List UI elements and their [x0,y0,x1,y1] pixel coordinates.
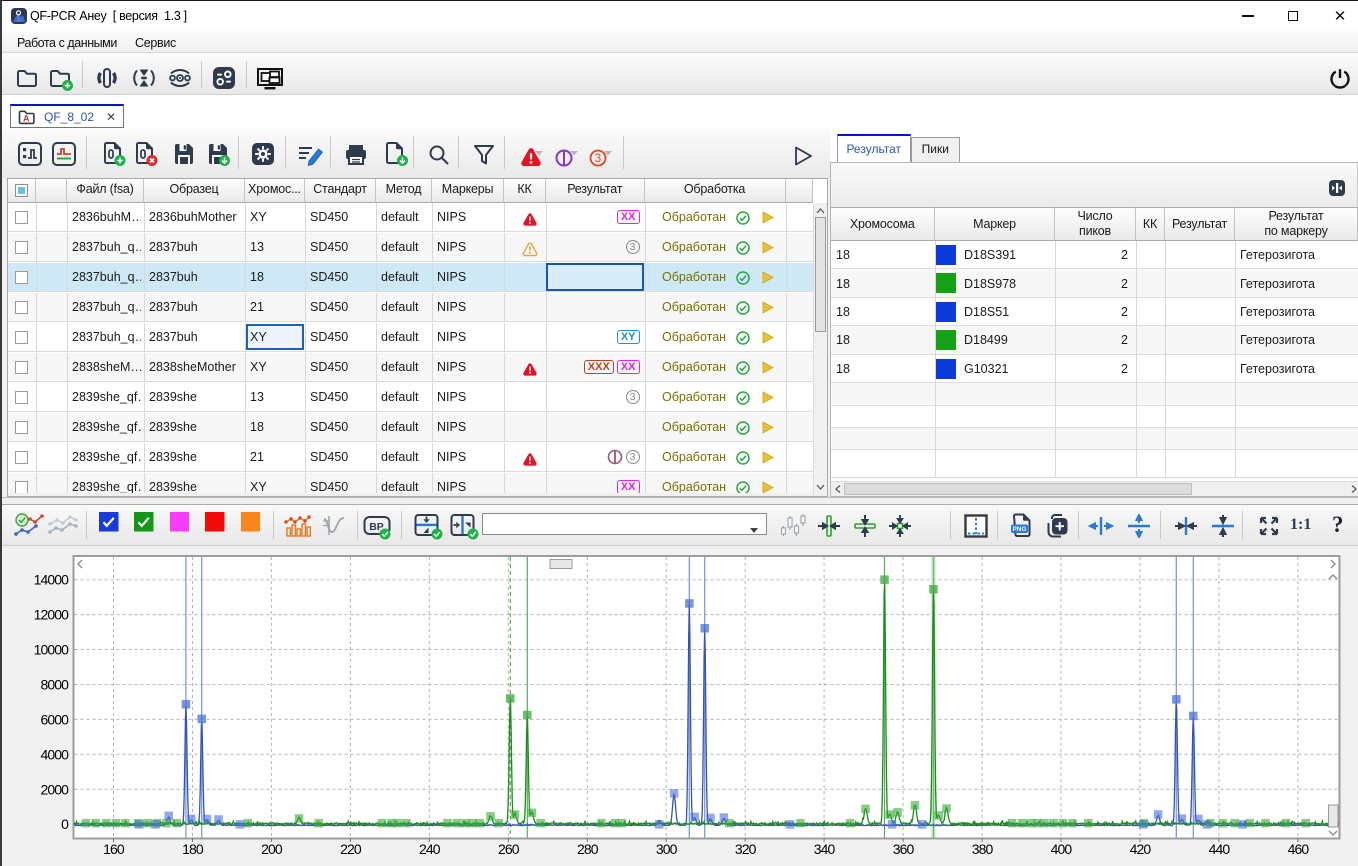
svg-text:380: 380 [972,841,994,857]
svg-text:10000: 10000 [34,642,70,658]
svg-text:220: 220 [340,841,362,857]
svg-text:280: 280 [577,841,599,857]
svg-text:400: 400 [1051,841,1073,857]
svg-text:0: 0 [61,816,69,832]
svg-text:180: 180 [182,841,204,857]
svg-text:12000: 12000 [34,607,70,623]
svg-text:320: 320 [735,841,757,857]
svg-text:2000: 2000 [40,781,69,797]
svg-text:200: 200 [261,841,283,857]
svg-text:3: 3 [595,153,601,165]
svg-text:PNG: PNG [1012,526,1026,533]
svg-text:300: 300 [656,841,678,857]
svg-text:8000: 8000 [40,677,69,693]
svg-text:340: 340 [814,841,836,857]
svg-text:6000: 6000 [40,711,69,727]
svg-text:440: 440 [1209,841,1231,857]
svg-text:240: 240 [419,841,441,857]
svg-text:14000: 14000 [34,572,70,588]
svg-text:160: 160 [103,841,125,857]
svg-text:460: 460 [1288,841,1310,857]
svg-text:260: 260 [498,841,520,857]
svg-text:A: A [23,114,30,124]
svg-text:360: 360 [893,841,915,857]
svg-text:4000: 4000 [40,746,69,762]
svg-text:420: 420 [1130,841,1152,857]
